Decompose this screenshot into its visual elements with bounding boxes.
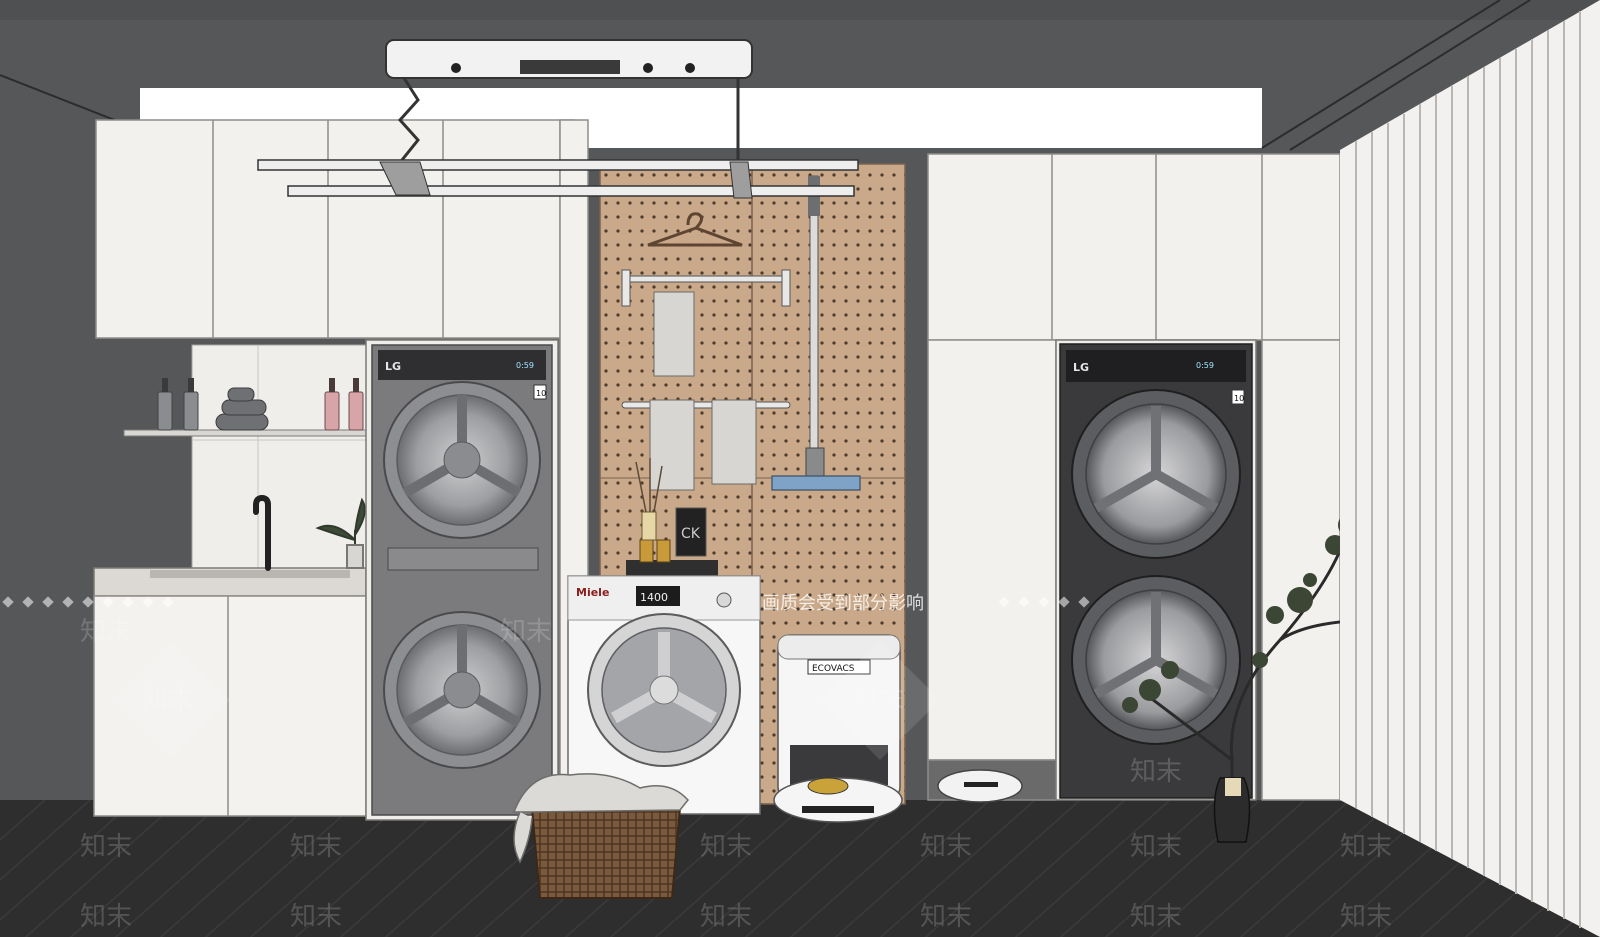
washer-display: 1400 [640,591,668,604]
watermark-logo-14: 知末 [1340,902,1392,932]
slatted-wall [1340,0,1600,937]
left-lg-stack: LG 0:59 10 [365,339,559,821]
right-lg-stack: LG 0:59 10 [1055,339,1257,801]
watermark-logo-3: 知末 [80,832,132,862]
watermark-logo-11: 知末 [700,902,752,932]
watermark-logo-1: 知末 [142,685,194,715]
left-stack-badge: 10 [536,389,546,398]
watermark-logo-16: 知末 [500,617,552,647]
right-stack-display: 0:59 [1196,361,1214,370]
watermark-logo-12: 知末 [920,902,972,932]
washer-brand: Miele [576,586,609,599]
right-stack-brand: LG [1073,361,1089,374]
watermark-logo-17: 知末 [1130,757,1182,787]
laundry-room-scene: LG 0:59 10 CK Miele 1400 ECOVACS LG 0:59… [0,0,1600,937]
watermark-logo-9: 知末 [80,902,132,932]
right-stack-badge: 10 [1234,394,1244,403]
left-stack-display: 0:59 [516,361,534,370]
watermark-logo-15: 知末 [80,617,132,647]
watermark-logo-8: 知末 [1340,832,1392,862]
watermark-logo-13: 知末 [1130,902,1182,932]
watermark-logo-10: 知末 [290,902,342,932]
watermark-logo-4: 知末 [290,832,342,862]
watermark-logo-5: 知末 [700,832,752,862]
frame-logo: CK [681,526,701,542]
upper-cabinets-left [95,119,575,339]
left-stack-brand: LG [385,360,401,373]
watermark-logo-6: 知末 [920,832,972,862]
watermark-logo-7: 知末 [1130,832,1182,862]
watermark-banner: 画质会受到部分影响 [762,593,924,614]
watermark-logo-2: 知末 [852,685,904,715]
laundry-basket [512,773,689,899]
robot-vacuum-floor [937,769,1023,803]
